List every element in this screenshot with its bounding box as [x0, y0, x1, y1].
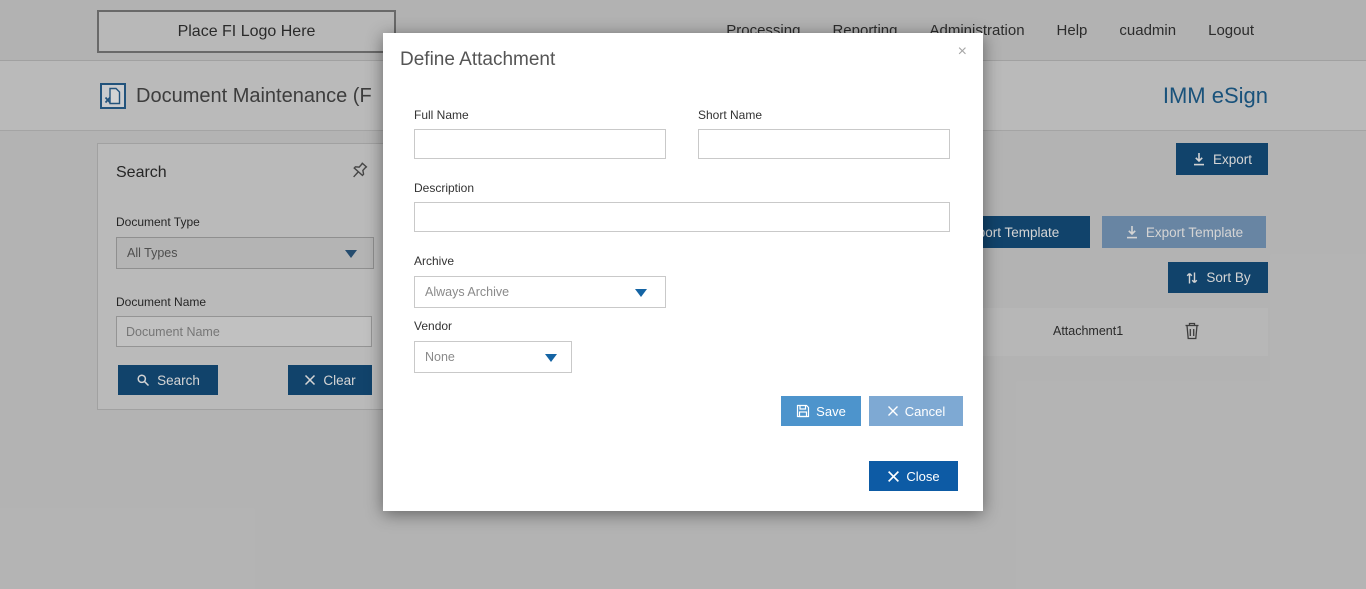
description-input[interactable] [414, 202, 950, 232]
chevron-down-icon [635, 289, 647, 297]
x-icon [887, 470, 900, 483]
short-name-input[interactable] [698, 129, 950, 159]
full-name-label: Full Name [414, 108, 469, 122]
x-icon [887, 405, 899, 417]
save-icon [796, 404, 810, 418]
close-button[interactable]: Close [869, 461, 958, 491]
modal-title: Define Attachment [400, 49, 556, 70]
cancel-button-label: Cancel [904, 403, 946, 419]
archive-label: Archive [414, 254, 455, 268]
description-label: Description [414, 181, 475, 195]
app-root: Place FI Logo Here Processing Reporting … [0, 0, 1366, 589]
define-attachment-modal: Define Attachment × Full Name Short Name… [383, 33, 983, 511]
full-name-input[interactable] [414, 129, 666, 159]
close-button-label: Close [906, 468, 940, 484]
archive-select[interactable]: Always Archive [414, 276, 666, 308]
vendor-label: Vendor [414, 319, 453, 333]
save-button[interactable]: Save [781, 396, 861, 426]
chevron-down-icon [545, 354, 557, 362]
vendor-value: None [425, 350, 455, 364]
modal-close-x-icon[interactable]: × [958, 44, 967, 60]
vendor-select[interactable]: None [414, 341, 572, 373]
cancel-button[interactable]: Cancel [869, 396, 963, 426]
archive-value: Always Archive [425, 285, 510, 299]
short-name-label: Short Name [698, 108, 763, 122]
save-button-label: Save [816, 403, 846, 419]
